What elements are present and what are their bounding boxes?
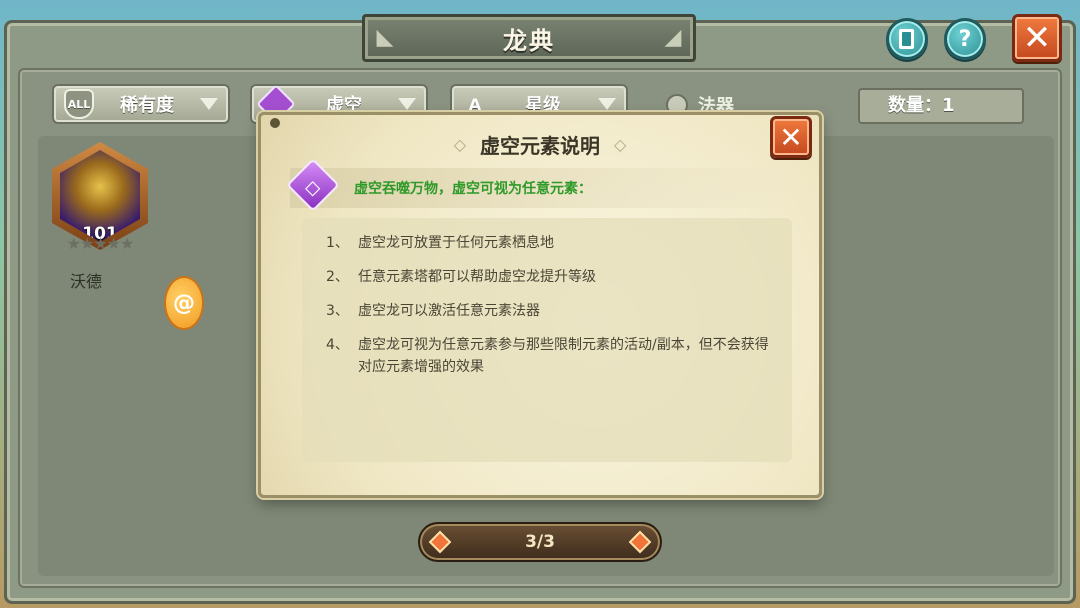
rarity-filter-label: 稀有度 <box>120 95 174 116</box>
prev-page-button[interactable] <box>428 530 452 554</box>
sort-icon: A <box>468 94 482 114</box>
all-badge-icon: ALL <box>64 89 94 119</box>
rule-number: 2、 <box>326 269 349 285</box>
dragon-portrait: 101 <box>60 150 140 242</box>
book-icon <box>899 29 914 49</box>
dragon-star-rating: ★★★★★ <box>66 234 135 253</box>
rule-item: 1、 虚空龙可放置于任何元素栖息地 <box>326 232 772 254</box>
swirl-token-icon[interactable]: @ <box>164 276 204 330</box>
close-icon: ✕ <box>1022 18 1052 58</box>
pager: 3/3 <box>418 522 662 562</box>
rule-text: 任意元素塔都可以帮助虚空龙提升等级 <box>358 269 596 285</box>
rule-number: 3、 <box>326 303 349 319</box>
help-button[interactable]: ? <box>944 18 986 60</box>
chevron-down-icon <box>598 98 616 110</box>
chevron-down-icon <box>200 98 218 110</box>
rule-item: 3、 虚空龙可以激活任意元素法器 <box>326 300 772 322</box>
rule-text: 虚空龙可以激活任意元素法器 <box>358 303 540 319</box>
rule-number: 1、 <box>326 235 349 251</box>
codex-book-button[interactable] <box>886 18 928 60</box>
dialog-intro: ◇ 虚空吞噬万物，虚空可视为任意元素： <box>286 158 790 212</box>
dragon-name: 沃德 <box>70 272 103 291</box>
page-indicator: 3/3 <box>525 532 555 552</box>
rule-number: 4、 <box>326 337 349 353</box>
close-icon: ✕ <box>779 120 803 154</box>
next-page-button[interactable] <box>628 530 652 554</box>
dialog-close-button[interactable]: ✕ <box>770 116 812 158</box>
close-button[interactable]: ✕ <box>1012 14 1062 62</box>
rule-text: 虚空龙可视为任意元素参与那些限制元素的活动/副本，但不会获得对应元素增强的效果 <box>358 337 769 375</box>
plaque-left-ornament: ◣ <box>376 25 394 50</box>
dialog-title: 虚空元素说明 <box>480 133 600 158</box>
rule-item: 4、 虚空龙可视为任意元素参与那些限制元素的活动/副本，但不会获得对应元素增强的… <box>326 334 772 378</box>
question-icon: ? <box>958 26 972 52</box>
rule-text: 虚空龙可放置于任何元素栖息地 <box>358 235 554 251</box>
page-title: 龙典 <box>503 26 555 55</box>
title-ornament-left: ◇ <box>453 134 466 154</box>
dragon-count: 数量：1 <box>858 88 1024 124</box>
void-crystal-icon: ◇ <box>305 175 321 199</box>
title-plaque: ◣ 龙典 ◢ <box>362 14 696 62</box>
swirl-glyph: @ <box>173 290 195 316</box>
plaque-right-ornament: ◢ <box>664 25 682 50</box>
chevron-down-icon <box>398 98 416 110</box>
dragon-card[interactable]: 101 ★★★★★ <box>52 142 148 268</box>
title-ornament-right: ◇ <box>614 134 627 154</box>
rules-list: 1、 虚空龙可放置于任何元素栖息地 2、 任意元素塔都可以帮助虚空龙提升等级 3… <box>302 218 792 462</box>
dialog-intro-text: 虚空吞噬万物，虚空可视为任意元素： <box>354 181 592 197</box>
dialog-title-row: ◇ 虚空元素说明 ◇ <box>258 126 822 162</box>
rule-item: 2、 任意元素塔都可以帮助虚空龙提升等级 <box>326 266 772 288</box>
rarity-filter-dropdown[interactable]: ALL 稀有度 <box>52 84 230 124</box>
